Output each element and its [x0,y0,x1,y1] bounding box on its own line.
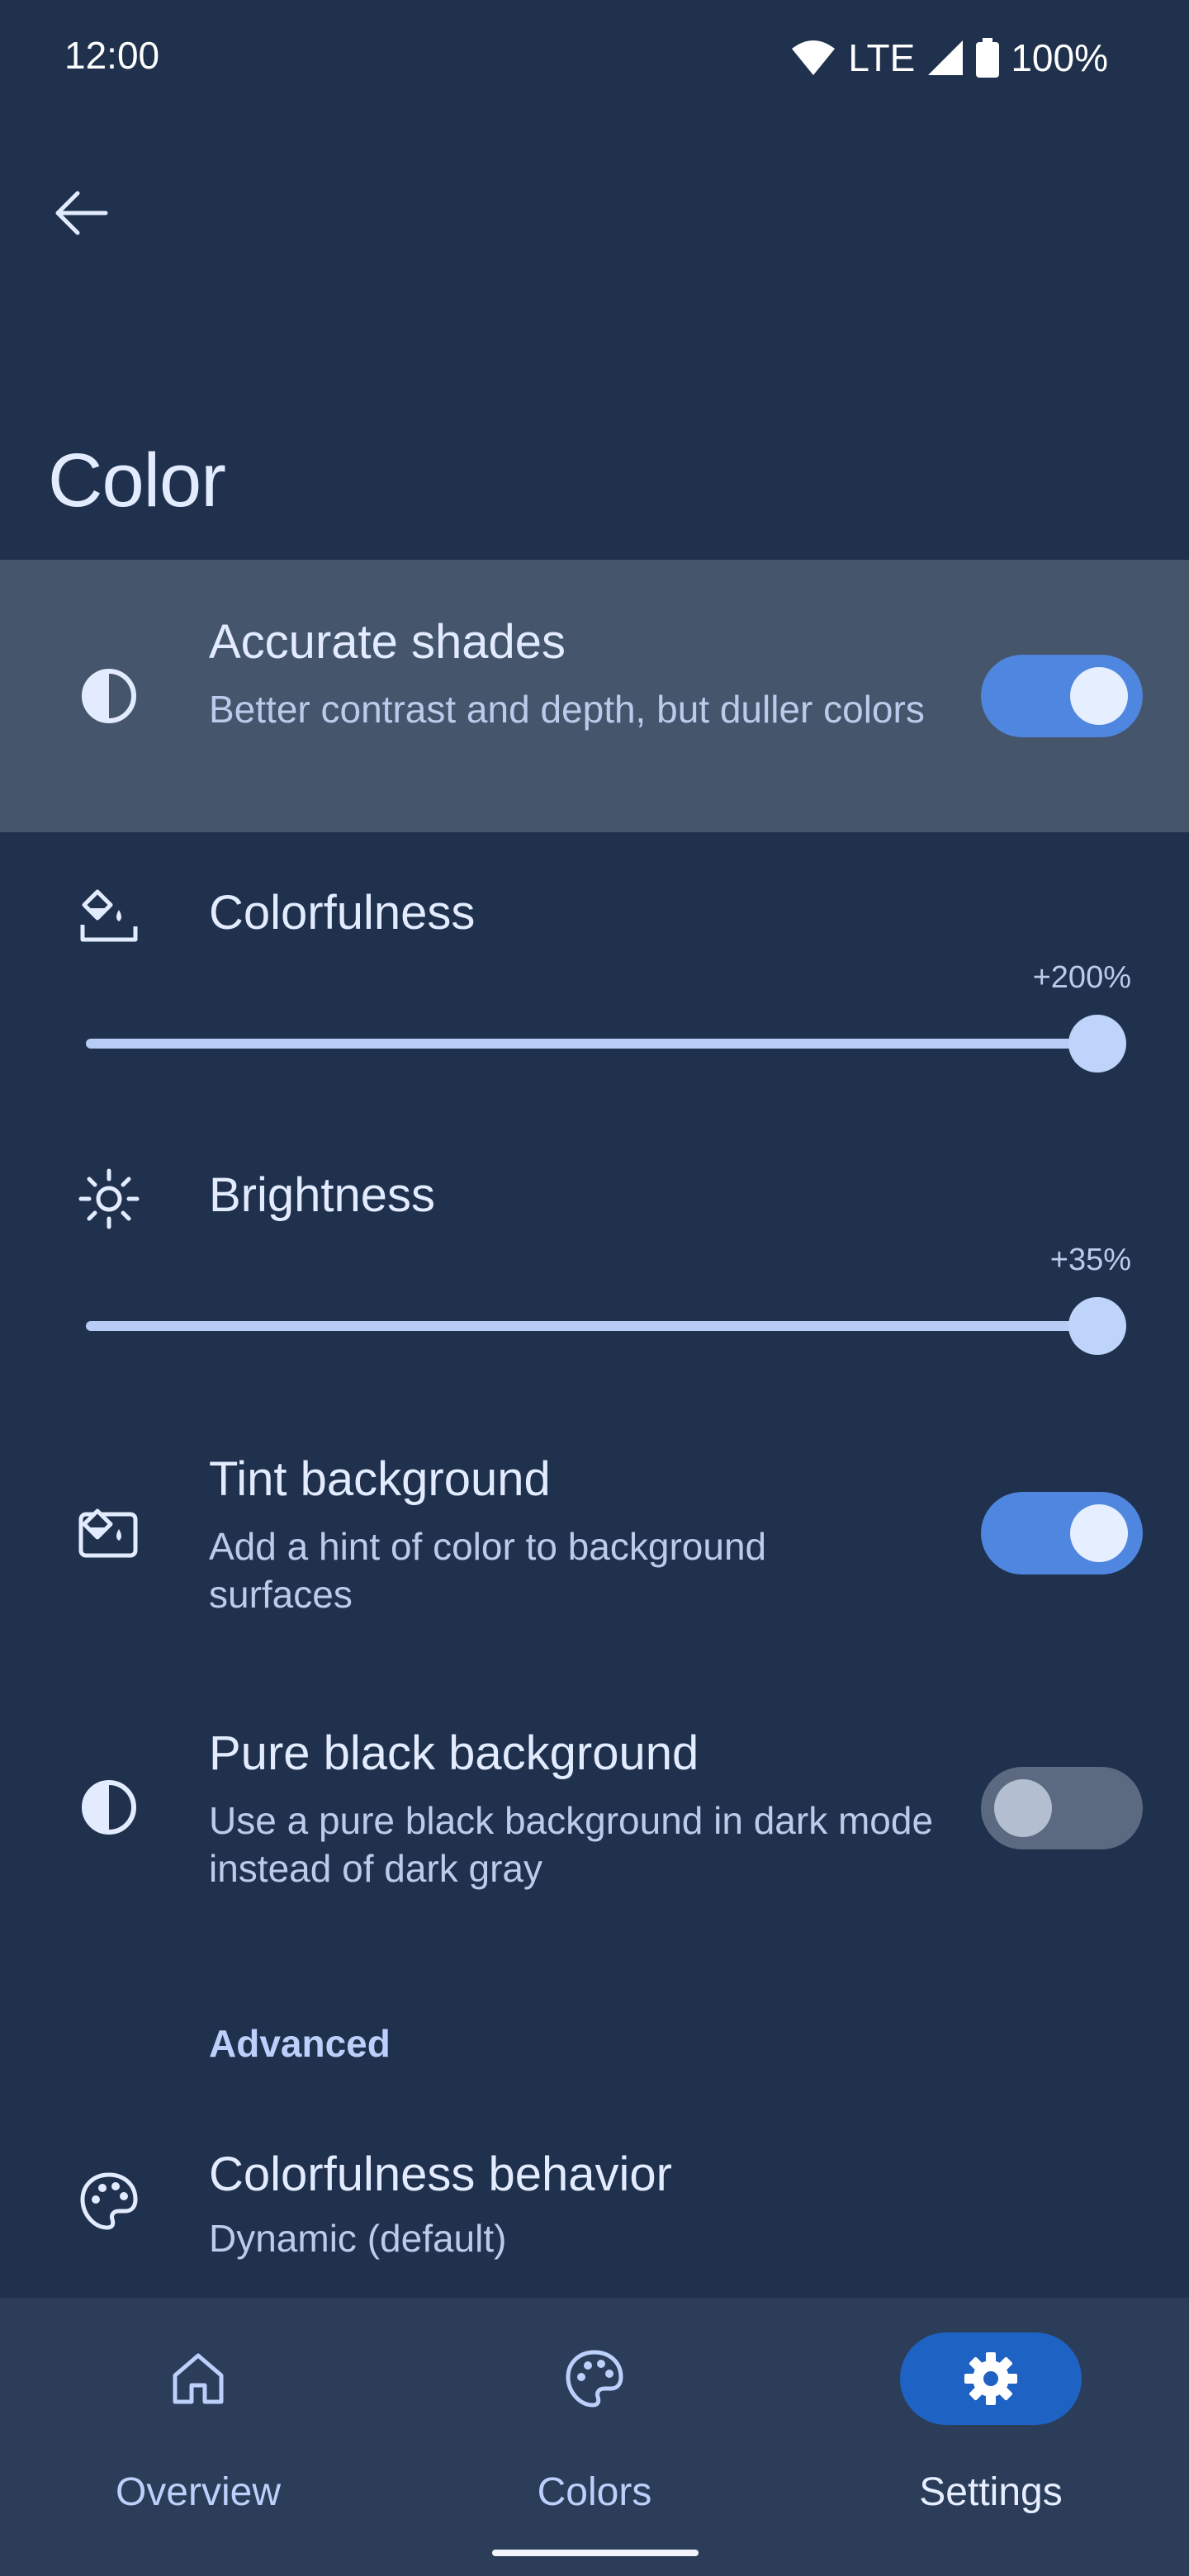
network-type: LTE [848,36,916,79]
setting-value: Dynamic (default) [209,2217,507,2260]
brightness-icon [76,1166,142,1232]
status-bar: 12:00 LTE 100% [0,0,1189,116]
arrow-back-icon [55,191,108,235]
gear-icon [964,2352,1017,2405]
colorfulness-behavior-row[interactable]: Colorfulness behavior Dynamic (default) [0,2122,1189,2287]
home-icon [173,2353,224,2404]
contrast-icon [76,663,142,729]
home-indicator[interactable] [492,2550,699,2556]
format-color-fill-icon [76,883,142,949]
nav-label: Colors [537,2470,652,2514]
nav-item-settings[interactable]: Settings [793,2298,1189,2576]
pure-black-row[interactable]: Pure black background Use a pure black b… [0,1694,1189,1942]
format-color-fill-icon [76,1499,142,1565]
slider-thumb[interactable] [1068,1297,1126,1355]
accurate-shades-row[interactable]: Accurate shades Better contrast and dept… [0,560,1189,832]
slider-value: +35% [1049,1243,1131,1277]
slider-thumb[interactable] [1068,1015,1126,1073]
colorfulness-row: Colorfulness +200% [0,842,1189,1106]
brightness-row: Brightness +35% [0,1125,1189,1389]
nav-label: Overview [115,2470,282,2514]
battery-icon [976,38,1000,78]
bottom-navigation: Overview Colors Settings [0,2298,1189,2576]
accurate-shades-toggle[interactable] [981,655,1143,737]
section-header: Advanced [209,2022,391,2065]
battery-level: 100% [1011,36,1108,79]
setting-description: Better contrast and depth, but duller co… [209,688,925,731]
setting-title: Pure black background [209,1726,699,1780]
nav-item-colors[interactable]: Colors [396,2298,793,2576]
setting-title: Tint background [209,1452,551,1506]
brightness-slider[interactable] [86,1321,1097,1331]
setting-title: Brightness [209,1168,436,1222]
page-title: Color [48,438,226,523]
wifi-icon [790,39,836,77]
nav-label: Settings [919,2470,1063,2514]
status-time: 12:00 [64,34,160,77]
setting-title: Accurate shades [209,615,566,669]
palette-icon [76,2168,142,2234]
tint-background-row[interactable]: Tint background Add a hint of color to b… [0,1420,1189,1668]
nav-item-overview[interactable]: Overview [0,2298,396,2576]
nav-icon-container [900,2332,1082,2425]
contrast-icon [76,1774,142,1840]
colorfulness-slider[interactable] [86,1039,1097,1049]
tint-background-toggle[interactable] [981,1492,1143,1574]
back-button[interactable] [41,173,121,253]
slider-value: +200% [1032,960,1131,995]
setting-title: Colorfulness behavior [209,2147,672,2201]
signal-icon [926,39,964,77]
nav-icon-container [107,2332,289,2425]
setting-description: Add a hint of color to background surfac… [209,1525,767,1616]
status-indicators: LTE 100% [790,33,1108,83]
setting-title: Colorfulness [209,886,476,940]
palette-icon [566,2350,623,2408]
nav-icon-container [504,2332,685,2425]
pure-black-toggle[interactable] [981,1767,1143,1849]
setting-description: Use a pure black background in dark mode… [209,1799,934,1890]
